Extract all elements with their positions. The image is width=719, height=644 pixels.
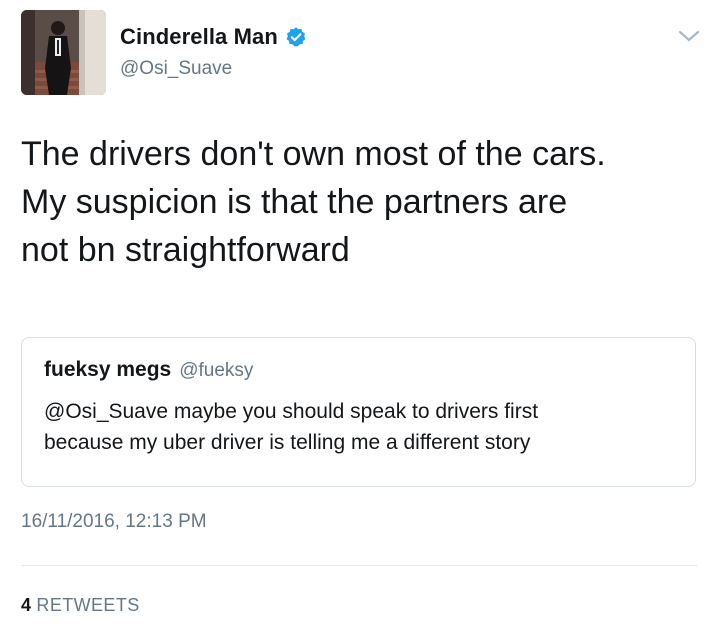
author-display-name[interactable]: Cinderella Man	[120, 24, 278, 50]
chevron-down-icon[interactable]	[676, 26, 702, 46]
quoted-tweet-text: @Osi_Suave maybe you should speak to dri…	[44, 396, 684, 458]
tweet-text-line: The drivers don't own most of the cars.	[21, 135, 606, 173]
quoted-tweet[interactable]: fueksy megs @fueksy @Osi_Suave maybe you…	[21, 337, 696, 487]
divider	[21, 565, 697, 566]
verified-badge-icon	[285, 26, 307, 48]
tweet-text: The drivers don't own most of the cars. …	[21, 130, 711, 274]
retweet-label: RETWEETS	[36, 595, 140, 615]
tweet-author[interactable]: Cinderella Man @Osi_Suave	[120, 22, 307, 80]
quoted-tweet-text-line: because my uber driver is telling me a d…	[44, 431, 531, 454]
retweet-count: 4	[21, 595, 32, 615]
retweet-stats[interactable]: 4 RETWEETS	[21, 595, 140, 616]
avatar[interactable]	[21, 10, 106, 95]
quoted-tweet-text-line: @Osi_Suave maybe you should speak to dri…	[44, 400, 539, 423]
avatar-image	[21, 10, 106, 95]
quoted-tweet-header: fueksy megs @fueksy	[44, 358, 253, 382]
tweet-timestamp[interactable]: 16/11/2016, 12:13 PM	[21, 511, 207, 533]
quoted-tweet-display-name: fueksy megs	[44, 358, 172, 381]
tweet-card: Cinderella Man @Osi_Suave The drivers do…	[0, 0, 719, 644]
tweet-text-line: not bn straightforward	[21, 231, 350, 269]
author-name-row: Cinderella Man	[120, 22, 307, 52]
quoted-tweet-handle: @fueksy	[179, 360, 254, 381]
author-handle[interactable]: @Osi_Suave	[120, 58, 307, 80]
tweet-text-line: My suspicion is that the partners are	[21, 183, 568, 221]
